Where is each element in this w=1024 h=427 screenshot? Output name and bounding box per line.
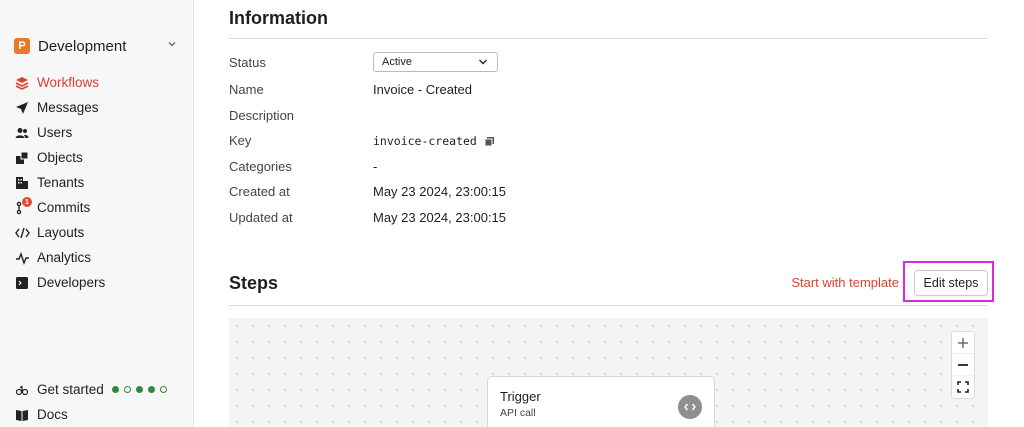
key-row: invoice-created bbox=[373, 134, 495, 148]
environment-switcher[interactable]: P Development bbox=[14, 36, 182, 56]
plus-icon bbox=[958, 337, 968, 348]
progress-dot bbox=[147, 386, 155, 393]
terminal-icon bbox=[14, 275, 30, 291]
updated-at-label: Updated at bbox=[229, 210, 293, 225]
progress-dot bbox=[111, 386, 119, 393]
progress-dot bbox=[159, 386, 167, 393]
categories-value: - bbox=[373, 159, 378, 174]
commits-count-badge: 1 bbox=[22, 197, 32, 207]
divider bbox=[229, 38, 988, 39]
users-icon bbox=[14, 125, 30, 141]
paper-plane-icon bbox=[14, 100, 30, 116]
minus-icon bbox=[958, 363, 968, 366]
status-select[interactable]: Active bbox=[373, 52, 498, 72]
sidebar-item-users[interactable]: Users bbox=[14, 120, 184, 145]
sidebar-item-layouts[interactable]: Layouts bbox=[14, 220, 184, 245]
progress-dot bbox=[135, 386, 143, 393]
sidebar-item-label: Tenants bbox=[37, 175, 85, 190]
name-label: Name bbox=[229, 82, 264, 97]
zoom-in-button[interactable] bbox=[952, 332, 974, 354]
fullscreen-icon bbox=[957, 381, 969, 393]
sidebar-item-developers[interactable]: Developers bbox=[14, 270, 184, 295]
sidebar-item-label: Analytics bbox=[37, 250, 92, 265]
code-icon bbox=[14, 225, 30, 241]
information-title: Information bbox=[229, 8, 328, 28]
start-with-template-link[interactable]: Start with template bbox=[791, 275, 899, 290]
sidebar-item-label: Users bbox=[37, 125, 73, 140]
sidebar-item-label: Developers bbox=[37, 275, 106, 290]
sidebar-item-label: Workflows bbox=[37, 75, 100, 90]
status-select-value: Active bbox=[382, 56, 412, 68]
steps-title: Steps bbox=[229, 273, 279, 293]
sidebar-item-commits[interactable]: 1 Commits bbox=[14, 195, 184, 220]
divider bbox=[229, 305, 988, 306]
sidebar-item-tenants[interactable]: Tenants bbox=[14, 170, 184, 195]
zoom-out-button[interactable] bbox=[952, 354, 974, 376]
progress-dot bbox=[123, 386, 131, 393]
sidebar-item-workflows[interactable]: Workflows bbox=[14, 70, 184, 95]
sidebar-nav: Workflows Messages Users Objects Tenants bbox=[14, 70, 184, 295]
categories-label: Categories bbox=[229, 159, 292, 174]
sidebar: P Development Workflows Messages Users O… bbox=[0, 0, 194, 427]
chevron-down-icon bbox=[168, 42, 176, 47]
updated-at-value: May 23 2024, 23:00:15 bbox=[373, 210, 506, 225]
key-value: invoice-created bbox=[373, 134, 477, 148]
sidebar-item-messages[interactable]: Messages bbox=[14, 95, 184, 120]
key-label: Key bbox=[229, 133, 252, 148]
copy-icon[interactable] bbox=[484, 136, 495, 147]
onboarding-progress bbox=[111, 386, 167, 393]
created-at-label: Created at bbox=[229, 184, 290, 199]
book-icon bbox=[14, 407, 30, 423]
sidebar-item-get-started[interactable]: Get started bbox=[14, 377, 190, 402]
trigger-title: Trigger bbox=[500, 389, 541, 404]
description-label: Description bbox=[229, 108, 295, 123]
chevron-down-icon bbox=[479, 59, 487, 65]
sidebar-item-label: Commits bbox=[37, 200, 91, 215]
sidebar-item-label: Objects bbox=[37, 150, 83, 165]
people-icon bbox=[14, 382, 30, 398]
building-icon bbox=[14, 175, 30, 191]
trigger-step-card[interactable]: Trigger API call bbox=[487, 376, 715, 427]
pulse-icon bbox=[14, 250, 30, 266]
sidebar-item-label: Docs bbox=[37, 407, 68, 422]
status-label: Status bbox=[229, 55, 266, 70]
sidebar-item-objects[interactable]: Objects bbox=[14, 145, 184, 170]
trigger-subtitle: API call bbox=[500, 407, 536, 419]
created-at-value: May 23 2024, 23:00:15 bbox=[373, 184, 506, 199]
environment-badge: P bbox=[14, 38, 30, 54]
sidebar-item-label: Get started bbox=[37, 382, 104, 397]
code-icon bbox=[678, 395, 702, 419]
sidebar-item-docs[interactable]: Docs bbox=[14, 402, 190, 427]
sidebar-item-label: Messages bbox=[37, 100, 99, 115]
sidebar-item-label: Layouts bbox=[37, 225, 85, 240]
layers-icon bbox=[14, 75, 30, 91]
zoom-controls bbox=[951, 331, 975, 399]
fit-view-button[interactable] bbox=[952, 376, 974, 398]
name-value: Invoice - Created bbox=[373, 82, 472, 97]
sidebar-bottom-nav: Get started Docs bbox=[14, 377, 190, 427]
sidebar-item-analytics[interactable]: Analytics bbox=[14, 245, 184, 270]
objects-icon bbox=[14, 150, 30, 166]
environment-label: Development bbox=[38, 37, 127, 55]
edit-steps-button[interactable]: Edit steps bbox=[914, 270, 988, 296]
